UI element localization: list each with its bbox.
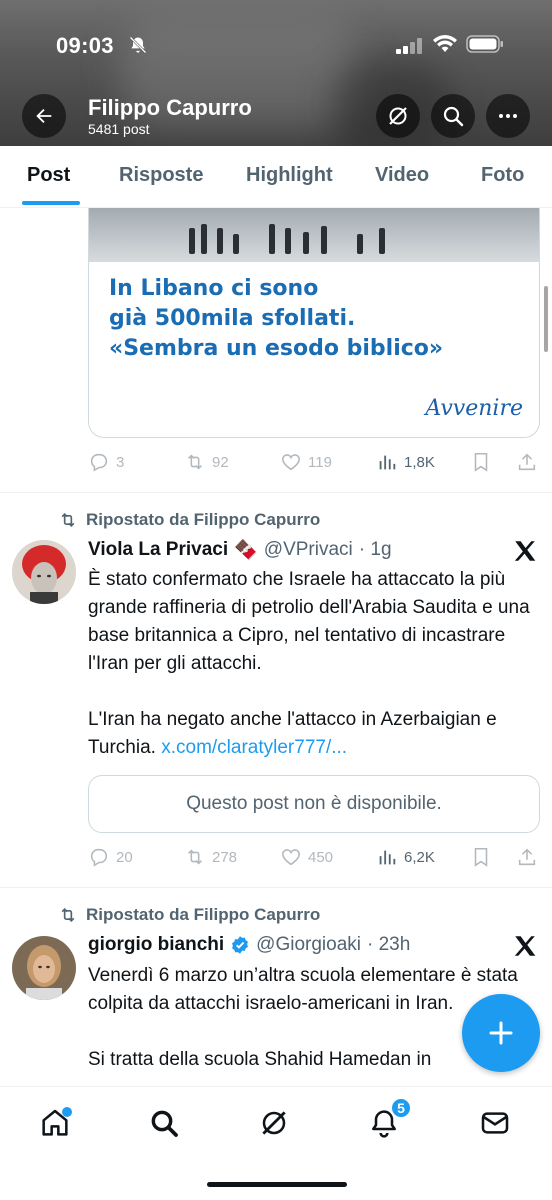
x-logo-icon	[514, 541, 536, 561]
avatar[interactable]	[12, 936, 76, 1000]
x-logo-icon	[514, 936, 536, 956]
avatar-image	[12, 936, 76, 1000]
tweet-link[interactable]: x.com/claratyler777/...	[161, 737, 347, 758]
share-icon[interactable]	[516, 451, 538, 473]
repost-icon	[61, 907, 75, 923]
home-indicator	[207, 1182, 347, 1187]
reply-button[interactable]: 3	[88, 451, 124, 473]
back-button[interactable]	[22, 94, 66, 138]
reply-button[interactable]: 20	[88, 846, 133, 868]
post-count: 5481 post	[88, 121, 150, 137]
tweet-time: · 1g	[358, 539, 392, 560]
tweet-extra-actions	[470, 846, 540, 872]
views-count[interactable]: 6,2K	[376, 846, 456, 872]
wifi-icon	[433, 35, 457, 52]
arrow-left-icon	[36, 108, 52, 124]
tweet-time: · 23h	[367, 934, 411, 955]
author-handle[interactable]: @Giorgioaki	[256, 934, 361, 956]
profile-tabs: Post Risposte Highlight Video Foto	[0, 146, 552, 208]
tweet-text[interactable]: È stato confermato che Israele ha attacc…	[88, 566, 540, 762]
bell-off-icon	[129, 36, 147, 54]
search-button[interactable]	[431, 94, 475, 138]
tweet-header: Viola La Privaci 🍫 @VPrivaci · 1g	[88, 538, 392, 562]
reply-icon	[90, 453, 108, 472]
views-icon	[379, 455, 396, 470]
share-icon[interactable]	[516, 846, 538, 868]
views-icon	[379, 850, 396, 865]
divider	[0, 887, 552, 888]
home-new-indicator	[62, 1107, 72, 1117]
repost-icon	[188, 849, 202, 865]
repost-button[interactable]: 278	[184, 846, 237, 868]
media-photo	[89, 208, 539, 262]
search-icon	[151, 1110, 178, 1137]
repost-indicator[interactable]: Ripostato da Filippo Capurro	[58, 905, 320, 925]
tab-post[interactable]: Post	[27, 164, 70, 187]
timeline[interactable]: In Libano ci sono già 500mila sfollati. …	[0, 208, 552, 1086]
cellular-signal-icon	[396, 38, 422, 54]
more-button[interactable]	[486, 94, 530, 138]
tab-risposte[interactable]: Risposte	[119, 164, 203, 187]
battery-icon	[466, 35, 503, 53]
bookmark-icon[interactable]	[470, 846, 492, 868]
like-button[interactable]: 119	[280, 451, 332, 473]
grok-icon	[389, 107, 407, 125]
repost-indicator[interactable]: Ripostato da Filippo Capurro	[58, 510, 320, 530]
author-name[interactable]: Viola La Privaci	[88, 539, 228, 561]
nav-grok[interactable]	[256, 1105, 292, 1141]
like-button[interactable]: 450	[280, 846, 333, 868]
more-icon	[499, 114, 517, 118]
tab-foto[interactable]: Foto	[481, 164, 524, 187]
search-icon	[443, 106, 464, 127]
profile-name: Filippo Capurro	[88, 95, 252, 120]
verified-badge-icon	[232, 936, 249, 954]
nav-search[interactable]	[146, 1105, 182, 1141]
bookmark-icon[interactable]	[470, 451, 492, 473]
quote-unavailable: Questo post non è disponibile.	[88, 775, 540, 833]
avatar[interactable]	[12, 540, 76, 604]
tweet-media-image[interactable]: In Libano ci sono già 500mila sfollati. …	[88, 208, 540, 438]
heart-icon	[282, 849, 300, 866]
mail-icon	[481, 1112, 509, 1134]
nav-messages[interactable]	[477, 1105, 513, 1141]
status-bar: 09:03	[0, 0, 552, 90]
status-time: 09:03	[56, 33, 114, 58]
repost-icon	[188, 454, 202, 470]
views-count[interactable]: 1,8K	[376, 451, 456, 477]
author-handle[interactable]: @VPrivaci	[264, 539, 353, 561]
chocolate-emoji: 🍫	[234, 540, 258, 561]
repost-icon	[61, 512, 75, 528]
notifications-badge: 5	[390, 1097, 412, 1119]
divider	[0, 492, 552, 493]
scrollbar[interactable]	[544, 286, 548, 352]
grok-icon	[262, 1111, 286, 1135]
plus-icon	[489, 1021, 513, 1045]
active-tab-indicator	[22, 201, 80, 205]
tab-video[interactable]: Video	[375, 164, 429, 187]
avatar-image	[12, 540, 76, 604]
avvenire-logo: Avvenire	[425, 396, 523, 421]
tab-highlight[interactable]: Highlight	[246, 164, 333, 187]
heart-icon	[282, 454, 300, 471]
media-headline: In Libano ci sono già 500mila sfollati. …	[109, 276, 444, 361]
grok-button[interactable]	[376, 94, 420, 138]
profile-header: 09:03 Filippo Capurro 5481 post	[0, 0, 552, 146]
reply-icon	[90, 848, 108, 867]
author-name[interactable]: giorgio bianchi	[88, 934, 224, 956]
compose-button[interactable]	[462, 994, 540, 1072]
tweet-extra-actions	[470, 451, 540, 477]
tweet-header: giorgio bianchi @Giorgioaki · 23h	[88, 934, 410, 956]
repost-button[interactable]: 92	[184, 451, 229, 473]
